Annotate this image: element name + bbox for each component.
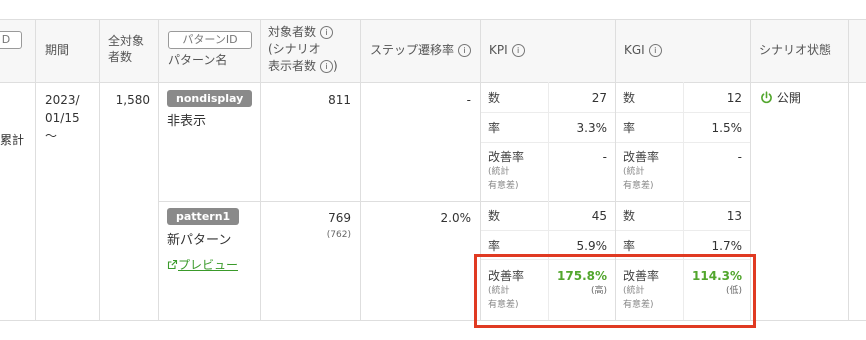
- kpi-improvement: -: [602, 150, 607, 164]
- grid-line: [99, 19, 100, 320]
- period-line3: ～: [45, 129, 58, 143]
- external-link-icon: [167, 258, 178, 274]
- pattern-name: 新パターン: [167, 233, 232, 248]
- kpi-rate-label: 率: [488, 121, 501, 135]
- total-targets-value: 1,580: [115, 93, 150, 107]
- grid-line: [360, 19, 361, 320]
- kpi-count: 45: [591, 209, 607, 223]
- pattern-name: 非表示: [167, 114, 207, 129]
- kgi-count-label: 数: [623, 91, 636, 105]
- status-label: 公開: [776, 91, 801, 105]
- kpi-header: KPI i: [489, 42, 525, 58]
- highlight-box: [474, 254, 756, 328]
- power-icon: [760, 91, 773, 108]
- kgi-count-label: 数: [623, 209, 636, 223]
- grid-line: [0, 19, 866, 20]
- kgi-improvement-label: 改善率: [623, 150, 660, 164]
- kgi-rate: 1.7%: [711, 239, 743, 253]
- id-filter-chip[interactable]: D: [0, 31, 22, 49]
- info-icon[interactable]: i: [320, 60, 334, 73]
- preview-link-label: プレビュー: [178, 258, 239, 272]
- targets-header-line2: (シナリオ: [268, 42, 321, 56]
- scenario-status[interactable]: 公開: [760, 90, 801, 108]
- kgi-rate-label: 率: [623, 239, 636, 253]
- targets-value: 769: [328, 211, 351, 225]
- kpi-stat-note: 有意差): [488, 181, 519, 191]
- kgi-stat-note: (統計: [623, 167, 645, 177]
- kgi-count: 13: [726, 209, 742, 223]
- kgi-count: 12: [726, 91, 742, 105]
- cumulative-label: 累計: [0, 133, 25, 147]
- step-rate-header: ステップ遷移率 i: [370, 42, 472, 58]
- kpi-improvement-label: 改善率: [488, 150, 525, 164]
- period-line2: 01/15: [45, 111, 80, 125]
- grid-line: [0, 82, 866, 83]
- kpi-count: 27: [591, 91, 607, 105]
- step-rate-value: -: [466, 93, 471, 107]
- grid-line: [35, 19, 36, 320]
- targets-header-line3: 表示者数 i): [268, 59, 338, 73]
- scenario-status-header: シナリオ状態: [759, 43, 832, 57]
- grid-line: [848, 19, 849, 320]
- period-header: 期間: [45, 43, 70, 57]
- period-line1: 2023/: [45, 93, 80, 107]
- kgi-header: KGI i: [624, 42, 662, 58]
- kgi-rate: 1.5%: [711, 121, 743, 135]
- targets-shown-value: (762): [326, 230, 351, 240]
- kpi-rate: 3.3%: [576, 121, 608, 135]
- pattern-tag: nondisplay: [167, 90, 253, 107]
- info-icon[interactable]: i: [458, 44, 472, 57]
- info-icon[interactable]: i: [320, 26, 334, 39]
- kpi-count-label: 数: [488, 209, 501, 223]
- pattern-name-header: パターン名: [168, 53, 228, 67]
- info-icon[interactable]: i: [511, 44, 525, 57]
- kgi-stat-note: 有意差): [623, 181, 654, 191]
- targets-header: 対象者数 i: [268, 24, 334, 40]
- kgi-improvement: -: [737, 150, 742, 164]
- total-targets-header: 全対象 者数: [108, 34, 145, 65]
- preview-link[interactable]: プレビュー: [167, 257, 238, 274]
- grid-line: [158, 19, 159, 320]
- grid-line: [158, 201, 750, 202]
- step-rate-value: 2.0%: [440, 211, 472, 225]
- pattern-tag: pattern1: [167, 208, 240, 225]
- grid-line: [260, 19, 261, 320]
- kpi-rate-label: 率: [488, 239, 501, 253]
- kgi-rate-label: 率: [623, 121, 636, 135]
- targets-value: 811: [328, 93, 351, 107]
- kpi-stat-note: (統計: [488, 167, 510, 177]
- kpi-count-label: 数: [488, 91, 501, 105]
- info-icon[interactable]: i: [648, 44, 662, 57]
- pattern-id-chip[interactable]: パターンID: [168, 31, 252, 49]
- kpi-rate: 5.9%: [576, 239, 608, 253]
